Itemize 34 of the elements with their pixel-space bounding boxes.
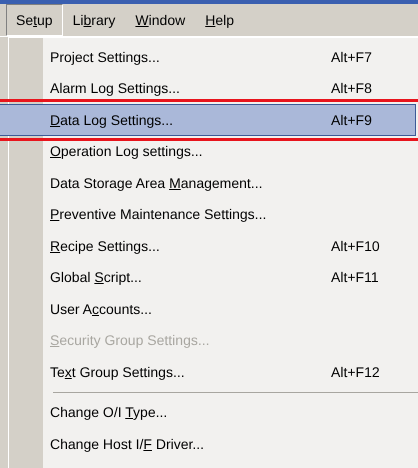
menu-item[interactable]: Recipe Settings... Alt+F10 — [9, 230, 416, 262]
menu-item[interactable]: Change O/I Type... — [9, 396, 416, 428]
menu-item[interactable]: Data Storage Area Management... — [9, 167, 416, 198]
menu-bar-item[interactable]: Window — [125, 4, 196, 36]
shortcut-label: Alt+F11 — [331, 269, 380, 286]
menu-bar-item[interactable]: Help — [195, 4, 244, 36]
menu-item-label: Recipe Settings... — [50, 238, 161, 254]
menu-item[interactable]: Change Host I/F Driver... — [9, 428, 416, 460]
menu-item-label: Operation Log settings... — [50, 143, 204, 160]
menu-item[interactable]: Operation Log settings... — [9, 136, 416, 167]
menu-item-label: Security Group Settings... — [50, 332, 211, 348]
shortcut-label: Alt+F12 — [331, 364, 381, 380]
menu-item-label: Change Host I/F Driver... — [50, 436, 206, 452]
shortcut-label: Alt+F8 — [331, 80, 373, 96]
menu-item[interactable]: Text Group Settings... Alt+F12 — [9, 356, 416, 388]
menu-item[interactable]: User Accounts... — [9, 293, 416, 324]
menu-item-label: Preventive Maintenance Settings... — [50, 206, 268, 222]
shortcut-label: Alt+F9 — [331, 112, 373, 128]
menu-item[interactable]: Alarm Log Settings... Alt+F8 — [9, 72, 416, 104]
menu-item-label: Data Storage Area Management... — [50, 174, 264, 191]
menu-item[interactable]: Global Script... Alt+F11 — [9, 262, 416, 293]
menu-item-label: Change O/I Type... — [50, 404, 168, 420]
menu-item-label: User Accounts... — [50, 300, 153, 317]
menu-item-label: Data Log Settings... — [50, 112, 174, 128]
menu-bar-item[interactable]: Library — [62, 4, 126, 36]
menu-item[interactable]: Preventive Maintenance Settings... — [9, 198, 416, 230]
menu-item-label: Global Script... — [50, 269, 143, 286]
menu-item-label: Text Group Settings... — [50, 364, 186, 380]
menu-item-label: Project Settings... — [50, 48, 161, 65]
menu-item-label: Alarm Log Settings... — [50, 80, 181, 96]
shortcut-label: Alt+F7 — [331, 48, 373, 65]
shortcut-label: Alt+F10 — [331, 238, 381, 254]
menu-bar-item[interactable]: Setup — [6, 4, 63, 36]
menu-item[interactable]: Project Settings... Alt+F7 — [9, 41, 416, 72]
